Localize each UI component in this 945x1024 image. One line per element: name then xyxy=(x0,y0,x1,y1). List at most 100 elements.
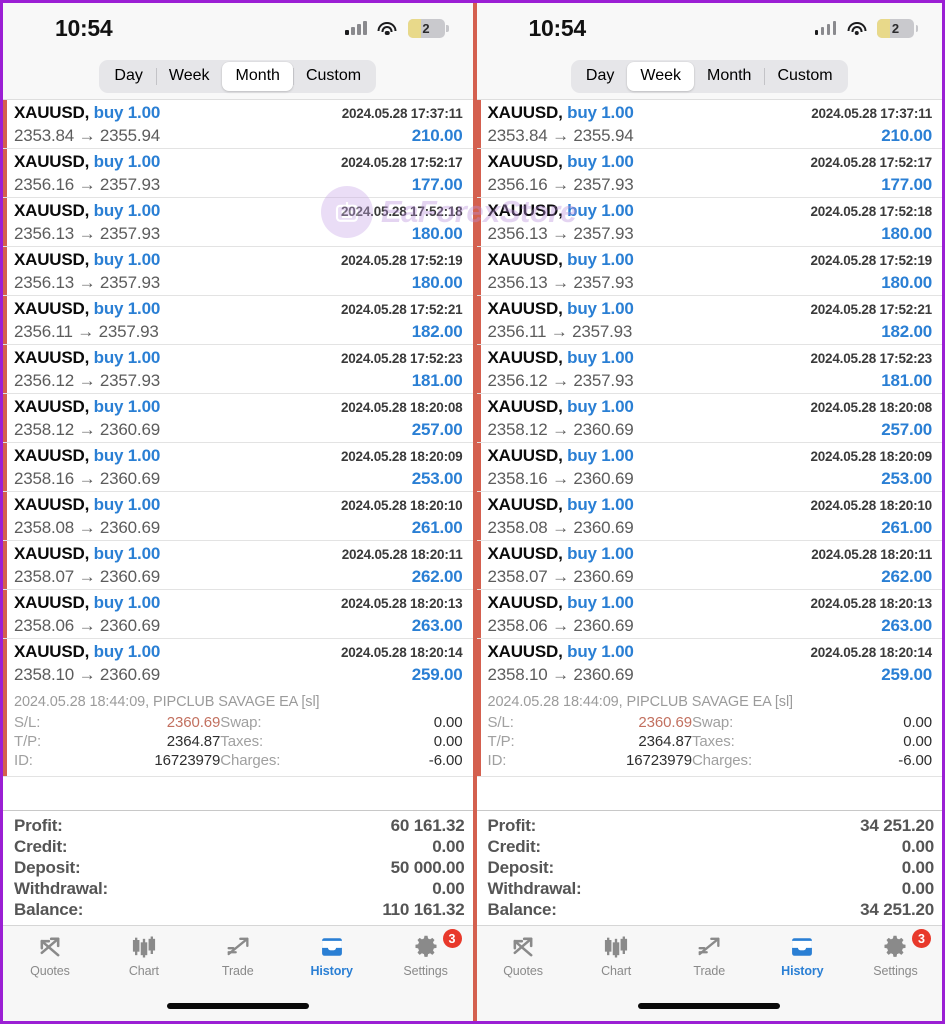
deal-row[interactable]: XAUUSD, buy 1.00 2024.05.28 18:20:11 235… xyxy=(476,541,942,590)
deal-side: buy 1.00 xyxy=(93,642,161,661)
deal-profit: 182.00 xyxy=(881,322,932,341)
status-bar: 10:54 2 xyxy=(3,3,473,53)
deal-row[interactable]: XAUUSD, buy 1.00 2024.05.28 17:52:17 235… xyxy=(476,149,942,198)
deal-symbol: XAUUSD, buy 1.00 xyxy=(14,299,161,318)
deal-prices: 2358.10 → 2360.69 xyxy=(14,665,160,684)
deal-row-top: XAUUSD, buy 1.00 2024.05.28 17:52:19 xyxy=(488,250,933,273)
deal-row-bottom: 2358.12 → 2360.69 257.00 xyxy=(488,420,933,443)
tab-chart-label: Chart xyxy=(128,964,159,978)
deal-row[interactable]: XAUUSD, buy 1.00 2024.05.28 18:20:09 235… xyxy=(3,443,473,492)
deal-row[interactable]: XAUUSD, buy 1.00 2024.05.28 18:20:08 235… xyxy=(476,394,942,443)
battery-level: 2 xyxy=(422,20,430,36)
deal-list-left[interactable]: XAUUSD, buy 1.00 2024.05.28 17:37:11 235… xyxy=(3,99,473,810)
deal-row[interactable]: XAUUSD, buy 1.00 2024.05.28 18:20:10 235… xyxy=(3,492,473,541)
deal-profit: 181.00 xyxy=(411,371,463,390)
deal-row-top: XAUUSD, buy 1.00 2024.05.28 17:52:19 xyxy=(14,250,463,273)
tab-chart-label: Chart xyxy=(601,964,632,978)
tab-chart[interactable]: Chart xyxy=(570,933,663,978)
totals-balance-value: 110 161.32 xyxy=(382,900,465,919)
deal-row-bottom: 2358.10 → 2360.69 259.00 xyxy=(14,665,463,688)
segment-month[interactable]: Month xyxy=(694,62,764,91)
deal-row-bottom: 2356.13 → 2357.93 180.00 xyxy=(488,273,933,296)
deal-row-top: XAUUSD, buy 1.00 2024.05.28 18:20:10 xyxy=(488,495,933,518)
tab-trade[interactable]: Trade xyxy=(191,933,285,978)
deal-time: 2024.05.28 18:20:08 xyxy=(340,400,463,415)
tab-quotes[interactable]: Quotes xyxy=(3,933,97,978)
tab-bar-right[interactable]: Quotes Chart Trade History Settings 3 xyxy=(476,925,942,991)
deal-row-bottom: 2358.08 → 2360.69 261.00 xyxy=(488,518,933,541)
deal-profit: 180.00 xyxy=(881,273,932,292)
totals-credit-label: Credit: xyxy=(487,837,542,856)
tab-chart[interactable]: Chart xyxy=(97,933,191,978)
deal-row[interactable]: XAUUSD, buy 1.00 2024.05.28 17:52:18 235… xyxy=(476,198,942,247)
tab-quotes[interactable]: Quotes xyxy=(477,933,570,978)
deal-row[interactable]: XAUUSD, buy 1.00 2024.05.28 18:20:13 235… xyxy=(476,590,942,639)
totals-profit-value: 60 161.32 xyxy=(390,816,465,835)
totals-row-profit: Profit: 34 251.20 xyxy=(488,816,935,837)
segment-custom[interactable]: Custom xyxy=(292,62,374,91)
trade-trend-icon xyxy=(223,933,253,961)
detail-taxes-value: 0.00 xyxy=(903,733,932,750)
deal-prices: 2356.12 → 2357.93 xyxy=(14,371,160,390)
detail-row-id: ID: 16723979 Charges: -6.00 xyxy=(488,751,933,770)
deal-row-bottom: 2358.12 → 2360.69 257.00 xyxy=(14,420,463,443)
tab-settings[interactable]: Settings 3 xyxy=(379,929,473,978)
deal-profit: 177.00 xyxy=(411,175,463,194)
deal-row[interactable]: XAUUSD, buy 1.00 2024.05.28 17:52:21 235… xyxy=(476,296,942,345)
segment-month[interactable]: Month xyxy=(222,61,293,91)
deal-row-bottom: 2358.07 → 2360.69 262.00 xyxy=(14,567,463,590)
history-inbox-icon xyxy=(317,933,347,961)
tab-quotes-label: Quotes xyxy=(30,964,70,978)
deal-row[interactable]: XAUUSD, buy 1.00 2024.05.28 17:52:23 235… xyxy=(3,345,473,394)
deal-row[interactable]: XAUUSD, buy 1.00 2024.05.28 18:20:14 235… xyxy=(476,639,942,777)
tab-history[interactable]: History xyxy=(285,933,379,978)
deal-time: 2024.05.28 17:52:19 xyxy=(810,253,932,268)
deal-prices: 2356.11 → 2357.93 xyxy=(487,322,633,341)
deal-row[interactable]: XAUUSD, buy 1.00 2024.05.28 17:52:19 235… xyxy=(476,247,942,296)
deal-side: buy 1.00 xyxy=(567,544,634,563)
deal-list-right[interactable]: XAUUSD, buy 1.00 2024.05.28 17:37:11 235… xyxy=(476,99,942,810)
segment-custom[interactable]: Custom xyxy=(764,62,845,91)
deal-row-bottom: 2358.16 → 2360.69 253.00 xyxy=(488,469,933,492)
segment-day[interactable]: Day xyxy=(573,62,627,91)
deal-side: buy 1.00 xyxy=(567,201,634,220)
segmented-control[interactable]: Day Week Month Custom xyxy=(570,59,848,93)
detail-swap-value: 0.00 xyxy=(903,714,932,731)
deal-side: buy 1.00 xyxy=(93,103,161,122)
tab-settings[interactable]: Settings 3 xyxy=(849,929,942,978)
deal-row[interactable]: XAUUSD, buy 1.00 2024.05.28 17:52:23 235… xyxy=(476,345,942,394)
deal-row[interactable]: XAUUSD, buy 1.00 2024.05.28 17:52:19 235… xyxy=(3,247,473,296)
deal-prices: 2356.13 → 2357.93 xyxy=(487,224,634,243)
deal-row[interactable]: XAUUSD, buy 1.00 2024.05.28 17:37:11 235… xyxy=(476,100,942,149)
deal-row[interactable]: XAUUSD, buy 1.00 2024.05.28 17:37:11 235… xyxy=(3,100,473,149)
segment-week-label: Week xyxy=(640,67,681,84)
deal-row[interactable]: XAUUSD, buy 1.00 2024.05.28 17:52:17 235… xyxy=(3,149,473,198)
deal-profit: 181.00 xyxy=(881,371,932,390)
detail-row-tp: T/P: 2364.87 Taxes: 0.00 xyxy=(14,732,463,751)
deal-profit: 210.00 xyxy=(881,126,932,145)
deal-row[interactable]: XAUUSD, buy 1.00 2024.05.28 18:20:13 235… xyxy=(3,590,473,639)
tab-trade[interactable]: Trade xyxy=(663,933,756,978)
home-indicator-area-right xyxy=(476,991,942,1021)
deal-time: 2024.05.28 17:52:23 xyxy=(810,351,932,366)
deal-prices: 2358.12 → 2360.69 xyxy=(487,420,634,439)
deal-side: buy 1.00 xyxy=(567,250,634,269)
deal-row[interactable]: XAUUSD, buy 1.00 2024.05.28 18:20:14 235… xyxy=(3,639,473,777)
segment-day-label: Day xyxy=(585,67,615,84)
deal-side: buy 1.00 xyxy=(567,446,634,465)
deal-row[interactable]: XAUUSD, buy 1.00 2024.05.28 17:52:21 235… xyxy=(3,296,473,345)
tab-bar-left[interactable]: Quotes Chart Trade History Settings 3 xyxy=(3,925,473,991)
tab-history[interactable]: History xyxy=(756,933,849,978)
deal-row[interactable]: XAUUSD, buy 1.00 2024.05.28 17:52:18 235… xyxy=(3,198,473,247)
segment-week[interactable]: Week xyxy=(155,62,223,91)
segment-week[interactable]: Week xyxy=(627,61,694,91)
detail-taxes-value: 0.00 xyxy=(433,733,463,750)
deal-row[interactable]: XAUUSD, buy 1.00 2024.05.28 18:20:09 235… xyxy=(476,443,942,492)
deal-row[interactable]: XAUUSD, buy 1.00 2024.05.28 18:20:10 235… xyxy=(476,492,942,541)
period-filter-left: Day Week Month Custom xyxy=(3,53,473,99)
segmented-control[interactable]: Day Week Month Custom xyxy=(99,59,377,93)
deal-row[interactable]: XAUUSD, buy 1.00 2024.05.28 18:20:11 235… xyxy=(3,541,473,590)
deal-row[interactable]: XAUUSD, buy 1.00 2024.05.28 18:20:08 235… xyxy=(3,394,473,443)
segment-day[interactable]: Day xyxy=(101,62,155,91)
deal-row-top: XAUUSD, buy 1.00 2024.05.28 17:37:11 xyxy=(14,103,463,126)
